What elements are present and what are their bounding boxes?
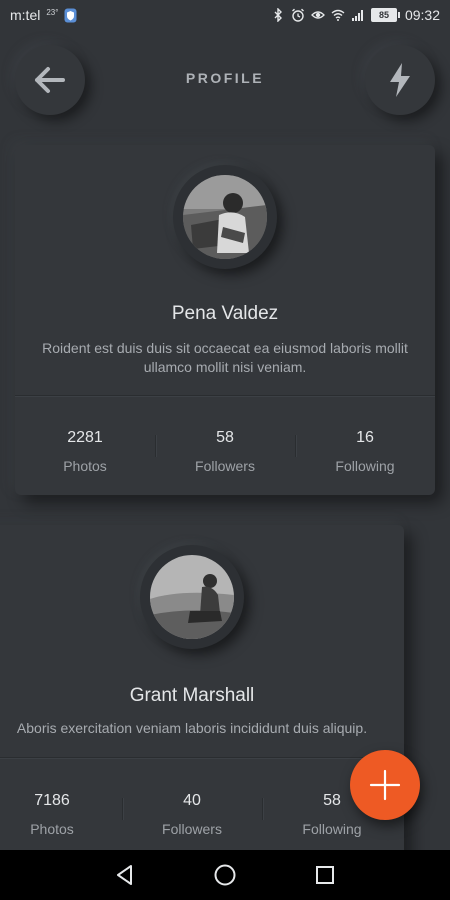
stat-label: Photos	[63, 458, 107, 474]
avatar	[183, 175, 267, 259]
clock: 09:32	[404, 7, 440, 23]
action-button[interactable]	[365, 45, 435, 115]
profile-name: Pena Valdez	[171, 303, 279, 324]
stat-followers[interactable]: 58 Followers	[155, 429, 295, 474]
battery-level: 85	[378, 10, 389, 20]
stat-label: Followers	[162, 821, 222, 837]
stat-value: 40	[183, 792, 201, 809]
lightning-bolt-icon	[390, 63, 410, 97]
wifi-icon	[331, 9, 345, 21]
stat-following[interactable]: 16 Following	[295, 429, 435, 474]
stat-value: 58	[216, 429, 234, 446]
alarm-icon	[291, 8, 304, 22]
profile-stats: 2281 Photos 58 Followers 16 Following	[15, 429, 435, 474]
profile-stats: 7186 Photos 40 Followers 58 Following	[0, 792, 402, 837]
profile-card[interactable]: Pena Valdez Roident est duis duis sit oc…	[15, 145, 435, 495]
stat-label: Following	[302, 821, 362, 837]
nav-back-button[interactable]	[105, 855, 145, 895]
carrier-temperature: 23°	[46, 7, 59, 17]
divider	[15, 395, 435, 396]
add-button[interactable]	[350, 750, 420, 820]
shield-icon	[64, 8, 77, 22]
system-navigation-bar	[0, 850, 450, 900]
stat-value: 7186	[34, 792, 70, 809]
stat-value: 2281	[67, 429, 103, 446]
circle-home-icon	[214, 864, 236, 886]
stat-photos[interactable]: 2281 Photos	[15, 429, 155, 474]
avatar-frame	[173, 165, 277, 269]
eye-icon	[311, 11, 325, 19]
status-bar: m:tel 23° 85 09:32	[0, 0, 450, 30]
bluetooth-icon	[274, 8, 282, 22]
triangle-back-icon	[117, 865, 132, 885]
profile-bio: Aboris exercitation veniam laboris incid…	[16, 720, 368, 736]
plus-icon	[369, 769, 401, 801]
stat-label: Following	[335, 458, 395, 474]
divider	[0, 757, 404, 758]
stat-value: 16	[356, 429, 374, 446]
carrier-name: m:tel	[10, 7, 41, 23]
profile-name: Grant Marshall	[129, 685, 255, 706]
square-recents-icon	[316, 866, 334, 884]
nav-home-button[interactable]	[205, 855, 245, 895]
stat-photos[interactable]: 7186 Photos	[0, 792, 122, 837]
stat-label: Followers	[195, 458, 255, 474]
stat-label: Photos	[30, 821, 74, 837]
avatar-frame	[140, 545, 244, 649]
avatar	[150, 555, 234, 639]
profile-card[interactable]: Grant Marshall Aboris exercitation venia…	[0, 525, 404, 865]
stat-followers[interactable]: 40 Followers	[122, 792, 262, 837]
battery-indicator: 85	[370, 8, 400, 22]
profile-bio: Roident est duis duis sit occaecat ea ei…	[42, 340, 408, 375]
signal-icon	[351, 10, 363, 21]
nav-recents-button[interactable]	[305, 855, 345, 895]
